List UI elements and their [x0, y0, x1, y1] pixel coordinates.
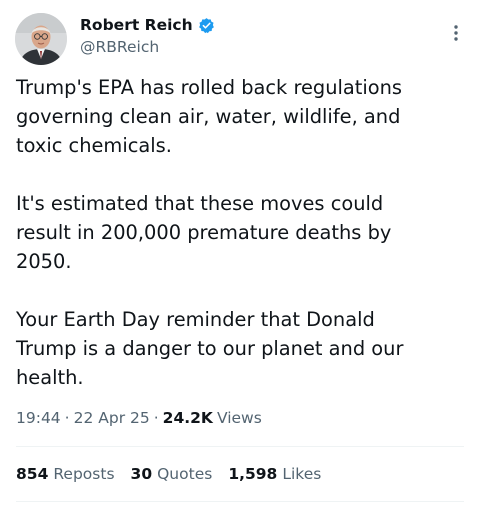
quotes-stat[interactable]: 30 Quotes — [131, 465, 213, 483]
more-vertical-icon — [454, 25, 458, 41]
tweet-paragraph: Trump's EPA has rolled back regulations … — [16, 76, 403, 157]
more-options-button[interactable] — [444, 22, 468, 44]
meta-separator: · — [153, 409, 159, 427]
tweet-date[interactable]: 22 Apr 25 — [74, 409, 150, 427]
reposts-stat[interactable]: 854 Reposts — [16, 465, 115, 483]
quotes-count: 30 — [130, 465, 153, 483]
tweet-paragraph: Your Earth Day reminder that Donald Trum… — [16, 308, 404, 389]
avatar-photo — [15, 13, 67, 65]
views-count[interactable]: 24.2K — [163, 409, 213, 427]
likes-stat[interactable]: 1,598 Likes — [228, 465, 321, 483]
reposts-count: 854 — [16, 465, 49, 483]
likes-count: 1,598 — [228, 465, 278, 483]
author-name[interactable]: Robert Reich — [80, 16, 193, 34]
divider — [16, 446, 464, 447]
views-label[interactable]: Views — [217, 409, 262, 427]
author-handle[interactable]: @RBReich — [80, 38, 159, 56]
likes-label: Likes — [282, 465, 322, 483]
tweet-paragraph: It's estimated that these moves could re… — [16, 192, 392, 273]
divider — [16, 501, 464, 502]
tweet-meta: 19:44 · 22 Apr 25 · 24.2K Views — [16, 409, 262, 427]
engagement-stats: 854 Reposts 30 Quotes 1,598 Likes — [16, 465, 337, 483]
quotes-label: Quotes — [157, 465, 213, 483]
meta-separator: · — [64, 409, 70, 427]
avatar[interactable] — [15, 13, 67, 65]
reposts-label: Reposts — [53, 465, 115, 483]
verified-badge-icon[interactable] — [198, 17, 215, 34]
author-name-row: Robert Reich — [80, 14, 215, 36]
tweet-time[interactable]: 19:44 — [16, 409, 61, 427]
tweet-card: Robert Reich @RBReich Trump's EPA has ro… — [0, 0, 480, 505]
tweet-text: Trump's EPA has rolled back regulations … — [16, 73, 468, 392]
